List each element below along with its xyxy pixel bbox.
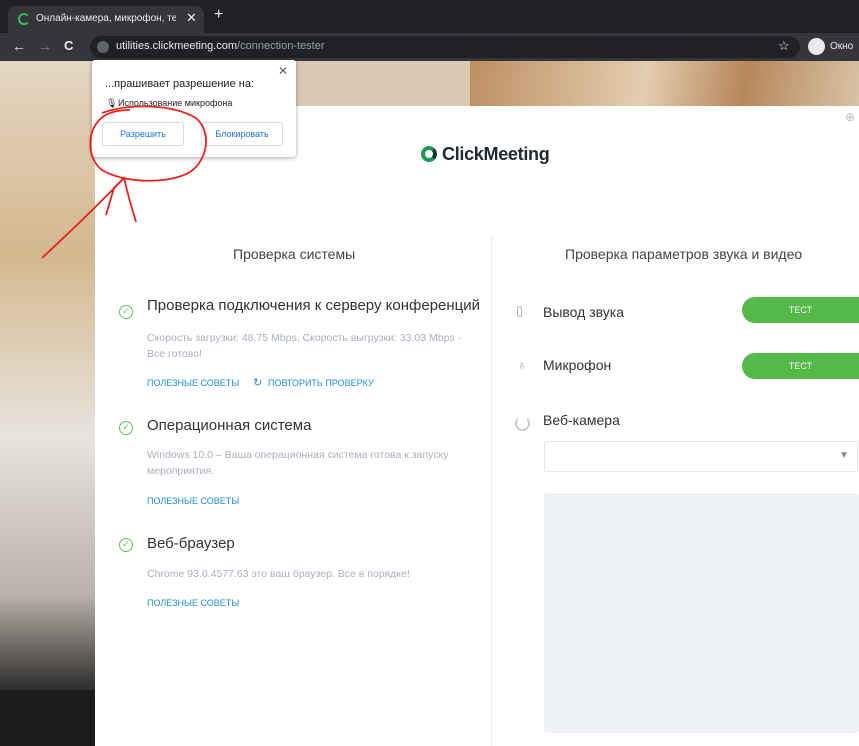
refresh-icon[interactable]: ↻ bbox=[253, 376, 262, 389]
new-tab-button[interactable]: + bbox=[214, 6, 223, 24]
server-check-title: Проверка подключения к серверу конференц… bbox=[147, 297, 481, 314]
profile-label[interactable]: Окно bbox=[830, 41, 853, 52]
check-icon: ✓ bbox=[119, 421, 133, 435]
av-check-title: Проверка параметров звука и видео bbox=[565, 246, 803, 262]
permission-popup: ...прашивает разрешение на: ✕ 🎙 Использо… bbox=[92, 60, 296, 157]
tab-title: Онлайн-камера, микрофон, тест bbox=[36, 13, 176, 24]
check-icon: ✓ bbox=[119, 538, 133, 552]
server-check-description: Скорость загрузки: 48.75 Mbps, Скорость … bbox=[147, 332, 462, 360]
back-icon[interactable]: ← bbox=[12, 38, 26, 54]
microphone-icon: ♁ bbox=[517, 357, 527, 372]
tips-link[interactable]: ПОЛЕЗНЫЕ СОВЕТЫ bbox=[147, 496, 239, 506]
chevron-down-icon[interactable]: ▼ bbox=[839, 450, 849, 461]
tab-bar: Онлайн-камера, микрофон, тест ✕ + bbox=[0, 0, 859, 33]
tips-link[interactable]: ПОЛЕЗНЫЕ СОВЕТЫ bbox=[147, 598, 239, 608]
os-check-title: Операционная система bbox=[147, 417, 312, 434]
test-audio-button[interactable]: ТЕСТ bbox=[742, 297, 859, 323]
webcam-select[interactable]: ▼ bbox=[544, 441, 858, 472]
webcam-preview bbox=[544, 493, 859, 733]
check-icon: ✓ bbox=[119, 305, 133, 319]
bookmark-star-icon[interactable]: ☆ bbox=[778, 38, 790, 54]
webcam-label: Веб-камера bbox=[543, 412, 620, 428]
allow-button[interactable]: Разрешить bbox=[102, 122, 184, 146]
forward-icon[interactable]: → bbox=[38, 38, 52, 54]
language-globe-icon[interactable]: ⊕ bbox=[845, 110, 855, 124]
browser-tab[interactable]: Онлайн-камера, микрофон, тест ✕ bbox=[8, 6, 204, 33]
connection-tester-card: ⊕ ClickMeeting Проверка системы ✓ Провер… bbox=[95, 106, 859, 746]
logo-text: ClickMeeting bbox=[442, 144, 550, 164]
address-bar[interactable]: utilities.clickmeeting.com/connection-te… bbox=[90, 36, 800, 58]
permission-description: Использование микрофона bbox=[118, 98, 233, 108]
background-photo bbox=[0, 61, 110, 746]
profile-avatar-icon[interactable] bbox=[808, 38, 825, 55]
permission-popup-title: ...прашивает разрешение на: bbox=[105, 78, 254, 90]
loading-spinner-icon bbox=[515, 416, 530, 431]
microphone-icon: 🎙 bbox=[106, 98, 118, 108]
lock-icon[interactable] bbox=[97, 41, 109, 53]
tips-link[interactable]: ПОЛЕЗНЫЕ СОВЕТЫ bbox=[147, 378, 239, 388]
retry-check-link[interactable]: ПОВТОРИТЬ ПРОВЕРКУ bbox=[268, 378, 374, 388]
logo-mark-icon bbox=[421, 146, 437, 162]
browser-check-title: Веб-браузер bbox=[147, 535, 235, 552]
keyboard-photo bbox=[0, 690, 95, 746]
browser-toolbar: ← → C utilities.clickmeeting.com/connect… bbox=[0, 33, 859, 61]
reload-icon[interactable]: C bbox=[64, 38, 73, 53]
tab-close-icon[interactable]: ✕ bbox=[186, 10, 197, 26]
microphone-label: Микрофон bbox=[543, 357, 612, 373]
os-check-description: Windows 10.0 – Ваша операционная система… bbox=[147, 449, 449, 477]
close-icon[interactable]: ✕ bbox=[278, 64, 288, 78]
browser-check-description: Chrome 93.0.4577.63 это ваш браузер. Все… bbox=[147, 568, 410, 580]
system-check-title: Проверка системы bbox=[233, 246, 356, 262]
url-text: utilities.clickmeeting.com/connection-te… bbox=[116, 40, 325, 52]
test-microphone-button[interactable]: ТЕСТ bbox=[742, 353, 859, 379]
block-button[interactable]: Блокировать bbox=[201, 122, 283, 146]
speaker-icon: ▯ bbox=[516, 303, 524, 318]
audio-output-label: Вывод звука bbox=[543, 304, 624, 320]
loading-favicon-icon bbox=[18, 13, 30, 25]
column-divider bbox=[491, 236, 492, 746]
header-photo bbox=[470, 61, 859, 109]
